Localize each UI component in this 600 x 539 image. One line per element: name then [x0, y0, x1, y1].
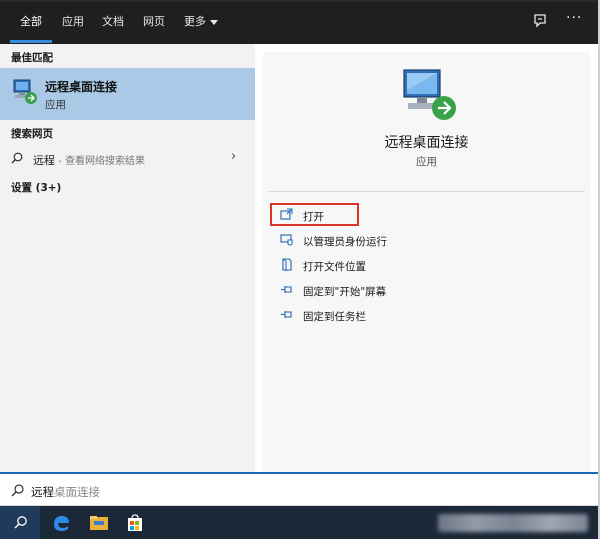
best-match-type: 应用 — [45, 99, 66, 111]
search-autocomplete-hint: 桌面连接 — [54, 485, 100, 499]
active-tab-indicator — [10, 40, 52, 43]
remote-desktop-icon — [13, 79, 37, 104]
action-label: 打开 — [303, 211, 324, 223]
tab-documents[interactable]: 文档 — [102, 13, 124, 29]
action-pin-to-start[interactable]: 固定到"开始"屏幕 — [280, 280, 580, 300]
chevron-down-icon[interactable] — [210, 20, 218, 25]
edge-browser-icon[interactable] — [50, 512, 72, 534]
settings-header[interactable]: 设置 (3+) — [11, 180, 61, 195]
store-icon[interactable] — [124, 512, 146, 534]
action-open[interactable]: 打开 — [280, 205, 580, 225]
feedback-icon[interactable] — [532, 13, 548, 29]
chevron-right-icon[interactable]: › — [231, 149, 236, 164]
action-label: 固定到"开始"屏幕 — [303, 286, 387, 298]
pin-icon — [281, 311, 292, 318]
shield-run-icon — [280, 234, 293, 246]
search-icon — [14, 516, 27, 529]
detail-app-title: 远程桌面连接 — [384, 135, 469, 151]
tab-more[interactable]: 更多 — [184, 13, 206, 29]
web-search-result[interactable]: 远程 - 查看网络搜索结果 › — [0, 148, 255, 170]
search-filter-bar: 全部 应用 文档 网页 更多 ··· — [0, 0, 600, 44]
web-result-query: 远程 — [33, 154, 55, 167]
tab-web[interactable]: 网页 — [143, 13, 165, 29]
results-pane: 最佳匹配 远程桌面连接 应用 搜索网页 远程 - 查看网络搜索结果 › 设置 (… — [0, 44, 255, 472]
tab-all[interactable]: 全部 — [20, 13, 42, 29]
system-tray-blurred — [438, 514, 588, 532]
best-match-item[interactable]: 远程桌面连接 应用 — [0, 68, 255, 120]
best-match-name: 远程桌面连接 — [45, 80, 118, 94]
taskbar-search-button[interactable] — [0, 506, 40, 539]
open-window-icon — [280, 208, 293, 220]
search-icon — [11, 484, 24, 497]
file-explorer-icon[interactable] — [88, 512, 110, 534]
action-pin-to-taskbar[interactable]: 固定到任务栏 — [280, 305, 580, 325]
more-options-icon[interactable]: ··· — [566, 10, 582, 26]
pin-icon — [281, 286, 292, 293]
top-edge — [0, 0, 600, 2]
search-icon — [11, 152, 23, 164]
remote-desktop-large-icon — [403, 69, 456, 120]
web-search-header: 搜索网页 — [11, 128, 53, 140]
detail-app-type: 应用 — [416, 156, 437, 168]
divider — [268, 191, 585, 192]
web-result-suffix: - 查看网络搜索结果 — [55, 156, 145, 167]
action-run-as-admin[interactable]: 以管理员身份运行 — [280, 230, 580, 250]
action-open-file-location[interactable]: 打开文件位置 — [280, 255, 580, 275]
tab-apps[interactable]: 应用 — [62, 13, 84, 29]
action-label: 以管理员身份运行 — [303, 236, 387, 248]
start-search-window: 全部 应用 文档 网页 更多 ··· 最佳匹配 远程桌面连接 应用 搜索网页 远… — [0, 0, 600, 539]
best-match-header: 最佳匹配 — [11, 52, 53, 64]
web-result-label: 远程 - 查看网络搜索结果 — [33, 152, 145, 168]
file-location-icon — [282, 258, 292, 271]
action-label: 打开文件位置 — [303, 261, 366, 273]
search-input-text[interactable]: 远程桌面连接 — [31, 484, 100, 500]
search-typed-text: 远程 — [31, 485, 54, 499]
search-box[interactable]: 远程桌面连接 — [0, 472, 600, 506]
taskbar — [0, 506, 600, 539]
action-label: 固定到任务栏 — [303, 311, 366, 323]
detail-pane: 远程桌面连接 应用 打开 以管理员身份运行 打开文件位置 固定到"开始"屏幕 固… — [263, 52, 590, 472]
